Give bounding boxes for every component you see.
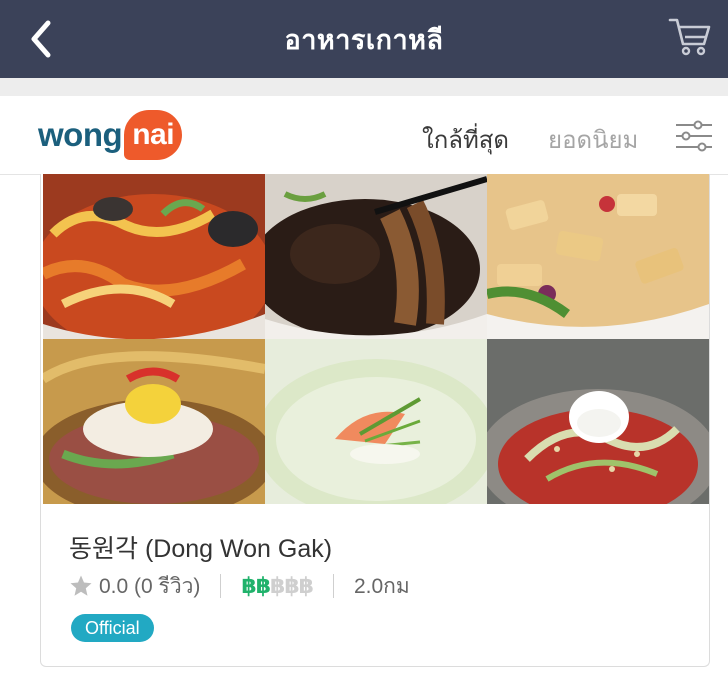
photo-jjamppong	[43, 174, 265, 339]
rating-text: 0.0 (0 รีวิว)	[99, 574, 201, 598]
restaurant-meta: 0.0 (0 รีวิว) ฿฿฿฿฿ 2.0กม	[69, 572, 410, 600]
photo-kongguksu	[265, 339, 487, 504]
header-gap	[0, 78, 728, 96]
official-badge: Official	[71, 614, 154, 642]
divider	[332, 574, 334, 598]
photo-jajangmyeon	[265, 174, 487, 339]
tab-popular[interactable]: ยอดนิยม	[548, 120, 638, 159]
star-icon	[70, 575, 92, 596]
restaurant-card[interactable]: 동원각 (Dong Won Gak) 0.0 (0 รีวิว) ฿฿฿฿฿ 2…	[40, 174, 710, 667]
price-level: ฿฿฿฿฿	[241, 573, 314, 599]
distance-text: 2.0กม	[353, 574, 410, 598]
photo-naengmyeon	[43, 339, 265, 504]
restaurant-photo-grid[interactable]	[43, 174, 709, 504]
page-title: อาหารเกาหลี	[284, 24, 444, 55]
divider	[220, 574, 222, 598]
top-nav-bar: อาหารเกาหลี	[0, 0, 728, 78]
photo-bibim-naengmyeon	[487, 339, 709, 504]
sliders-icon[interactable]	[674, 120, 714, 152]
wongnai-logo: wong nai	[38, 110, 183, 160]
chevron-left-icon[interactable]	[26, 17, 60, 61]
price-active: ฿฿	[241, 573, 271, 598]
tab-nearest[interactable]: ใกล้ที่สุด	[422, 120, 509, 159]
cart-icon[interactable]	[668, 14, 712, 58]
sort-bar: wong nai ใกล้ที่สุด ยอดนิยม	[0, 96, 728, 175]
price-inactive: ฿฿฿	[270, 573, 314, 598]
restaurant-name[interactable]: 동원각 (Dong Won Gak)	[69, 529, 332, 565]
logo-text-wong: wong	[38, 116, 123, 153]
logo-text-nai: nai	[124, 110, 183, 160]
photo-tangsuyuk	[487, 174, 709, 339]
